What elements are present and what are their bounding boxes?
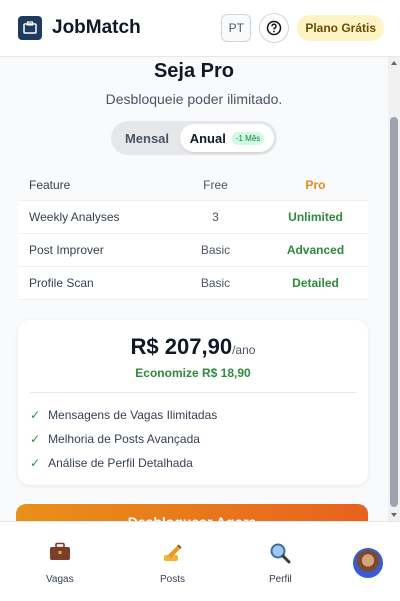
- scrollbar-thumb[interactable]: [390, 117, 398, 507]
- nav-item-vagas[interactable]: Vagas: [46, 542, 74, 585]
- app-header: JobMatch PT Plano Grátis: [0, 0, 400, 57]
- pro-feature-label: Melhoria de Posts Avançada: [48, 432, 200, 446]
- nav-item-perfil[interactable]: Perfil: [269, 542, 292, 585]
- pro-cell: Unlimited: [288, 210, 343, 224]
- avatar[interactable]: [353, 548, 383, 578]
- pro-feature-label: Análise de Perfil Detalhada: [48, 456, 193, 470]
- free-cell: Basic: [200, 243, 231, 257]
- free-cell: 3: [212, 210, 219, 224]
- bottom-nav: Vagas Posts Perfil: [0, 521, 400, 601]
- pro-cell: Detailed: [292, 276, 339, 290]
- header-feature: Feature: [29, 177, 71, 192]
- scroll-down-icon[interactable]: [390, 511, 398, 519]
- help-icon: [267, 20, 282, 36]
- pro-cell: Advanced: [286, 243, 345, 257]
- header-pro: Pro: [305, 177, 326, 192]
- unlock-button[interactable]: Desbloquear Agora: [16, 504, 368, 521]
- price-line: R$ 207,90/ano: [30, 334, 356, 360]
- feature-cell: Post Improver: [29, 243, 104, 257]
- table-header-row: Feature Free Pro: [18, 169, 368, 201]
- price-amount: R$ 207,90: [130, 334, 233, 359]
- pro-feature-item: ✓ Melhoria de Posts Avançada: [30, 427, 356, 451]
- feature-cell: Profile Scan: [29, 276, 94, 290]
- pro-feature-item: ✓ Análise de Perfil Detalhada: [30, 451, 356, 475]
- page-subtitle: Desbloqueie poder ilimitado.: [105, 91, 283, 107]
- table-row: Post Improver Basic Advanced: [18, 234, 368, 267]
- nav-label: Posts: [160, 574, 186, 585]
- scroll-up-icon[interactable]: [390, 59, 398, 67]
- table-row: Weekly Analyses 3 Unlimited: [18, 201, 368, 234]
- header-free: Free: [203, 177, 228, 192]
- check-icon: ✓: [30, 408, 41, 422]
- writing-hand-icon: [162, 542, 184, 568]
- toggle-monthly[interactable]: Mensal: [114, 131, 180, 146]
- app-logo-icon: [18, 16, 42, 40]
- page-title: Seja Pro: [153, 60, 235, 82]
- pro-feature-item: ✓ Mensagens de Vagas Ilimitadas: [30, 403, 356, 427]
- toggle-yearly-label: Anual: [189, 130, 226, 146]
- divider: [30, 392, 356, 393]
- free-cell: Basic: [200, 276, 231, 290]
- nav-item-posts[interactable]: Posts: [160, 542, 185, 585]
- billing-toggle: Mensal Anual -1 Mês: [111, 121, 277, 155]
- plan-badge[interactable]: Plano Grátis: [297, 15, 384, 41]
- comparison-table: Feature Free Pro Weekly Analyses 3 Unlim…: [18, 169, 368, 300]
- magnifier-icon: [269, 542, 291, 568]
- table-row: Profile Scan Basic Detailed: [18, 267, 368, 300]
- nav-label: Vagas: [46, 574, 74, 585]
- discount-badge: -1 Mês: [231, 131, 265, 145]
- briefcase-icon: [49, 542, 71, 568]
- check-icon: ✓: [30, 456, 41, 470]
- main-content: Seja Pro Desbloqueie poder ilimitado. Me…: [0, 57, 388, 521]
- app-title: JobMatch: [52, 17, 141, 38]
- pro-feature-label: Mensagens de Vagas Ilimitadas: [48, 408, 218, 422]
- scrollbar[interactable]: [388, 57, 400, 521]
- savings-text: Economize R$ 18,90: [135, 366, 251, 380]
- feature-cell: Weekly Analyses: [29, 210, 120, 224]
- pricing-card: R$ 207,90/ano Economize R$ 18,90 ✓ Mensa…: [18, 320, 368, 485]
- price-period: /ano: [232, 343, 256, 357]
- toggle-yearly[interactable]: Anual -1 Mês: [180, 124, 274, 152]
- check-icon: ✓: [30, 432, 41, 446]
- help-button[interactable]: [259, 13, 290, 43]
- nav-label: Perfil: [269, 574, 292, 585]
- language-button[interactable]: PT: [221, 14, 252, 42]
